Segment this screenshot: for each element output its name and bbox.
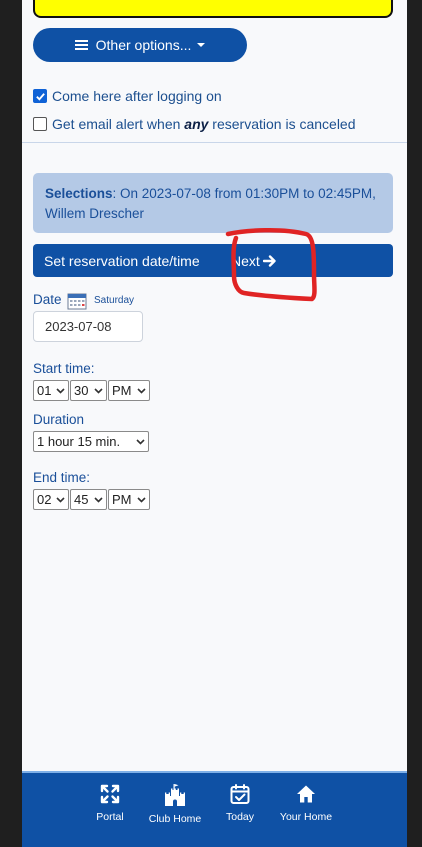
date-input[interactable]: 2023-07-08 bbox=[33, 311, 143, 342]
come-here-option[interactable]: Come here after logging on bbox=[33, 88, 222, 104]
duration-select[interactable]: 1 hour 15 min. bbox=[33, 431, 149, 452]
chevron-down-icon bbox=[137, 497, 146, 503]
expand-arrows-icon bbox=[100, 784, 120, 804]
menu-icon bbox=[74, 38, 88, 52]
nav-today[interactable]: Today bbox=[220, 783, 260, 823]
email-alert-prefix: Get email alert when bbox=[52, 116, 185, 132]
calendar-check-icon bbox=[230, 784, 250, 804]
start-ampm-value: PM bbox=[112, 383, 132, 398]
email-alert-checkbox[interactable] bbox=[33, 117, 47, 131]
duration-value: 1 hour 15 min. bbox=[37, 434, 121, 449]
page: Other options... Come here after logging… bbox=[22, 0, 407, 847]
home-icon bbox=[297, 785, 315, 803]
other-options-label: Other options... bbox=[95, 37, 192, 53]
start-hour-value: 01 bbox=[37, 383, 52, 398]
selections-label: Selections bbox=[45, 186, 113, 201]
start-ampm-select[interactable]: PM bbox=[108, 380, 150, 401]
chevron-down-icon bbox=[94, 497, 103, 503]
nav-portal-label: Portal bbox=[96, 811, 124, 823]
selections-summary: Selections: On 2023-07-08 from 01:30PM t… bbox=[33, 173, 393, 233]
nav-club-home[interactable]: Club Home bbox=[146, 783, 204, 825]
email-alert-emphasis: any bbox=[184, 116, 209, 132]
end-ampm-value: PM bbox=[112, 492, 132, 507]
end-time-label: End time: bbox=[33, 470, 91, 485]
come-here-label: Come here after logging on bbox=[52, 88, 222, 104]
email-alert-label: Get email alert when any reservation is … bbox=[52, 116, 356, 132]
reservation-header-bar: Set reservation date/time Next bbox=[33, 244, 393, 277]
chevron-down-icon bbox=[137, 388, 146, 394]
email-alert-suffix: reservation is canceled bbox=[208, 116, 356, 132]
chevron-down-icon bbox=[56, 388, 65, 394]
start-minute-select[interactable]: 30 bbox=[70, 380, 107, 401]
end-minute-value: 45 bbox=[74, 492, 89, 507]
email-alert-option[interactable]: Get email alert when any reservation is … bbox=[33, 116, 356, 132]
castle-icon bbox=[165, 784, 185, 806]
duration-label: Duration bbox=[33, 412, 85, 427]
come-here-checkbox[interactable] bbox=[33, 89, 47, 103]
calendar-icon[interactable] bbox=[67, 292, 87, 310]
other-options-button[interactable]: Other options... bbox=[33, 28, 247, 62]
nav-your-home[interactable]: Your Home bbox=[276, 783, 336, 823]
end-minute-select[interactable]: 45 bbox=[70, 489, 107, 510]
notice-banner bbox=[33, 0, 393, 18]
nav-your-home-label: Your Home bbox=[279, 811, 333, 823]
red-annotation-mark bbox=[225, 227, 317, 302]
chevron-down-icon bbox=[136, 439, 145, 445]
chevron-down-icon bbox=[56, 497, 65, 503]
end-hour-select[interactable]: 02 bbox=[33, 489, 69, 510]
date-label: Date bbox=[33, 292, 62, 307]
weekday-label: Saturday bbox=[94, 295, 135, 306]
end-hour-value: 02 bbox=[37, 492, 52, 507]
nav-portal[interactable]: Portal bbox=[84, 783, 136, 823]
nav-club-home-label: Club Home bbox=[148, 813, 202, 825]
chevron-down-icon bbox=[94, 388, 103, 394]
section-divider bbox=[22, 142, 407, 143]
reservation-title: Set reservation date/time bbox=[44, 253, 200, 269]
nav-today-label: Today bbox=[225, 811, 255, 823]
bottom-nav: Portal Club Home Today Your Home bbox=[22, 771, 407, 847]
start-time-label: Start time: bbox=[33, 361, 95, 376]
start-hour-select[interactable]: 01 bbox=[33, 380, 69, 401]
caret-down-icon bbox=[197, 43, 206, 47]
end-ampm-select[interactable]: PM bbox=[108, 489, 150, 510]
start-minute-value: 30 bbox=[74, 383, 89, 398]
